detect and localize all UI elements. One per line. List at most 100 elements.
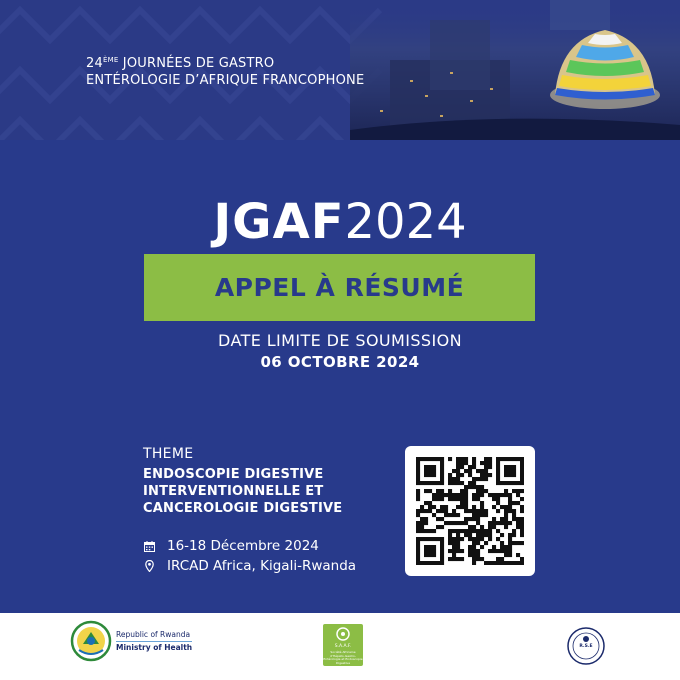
qr-module (468, 549, 473, 554)
qr-module (496, 461, 501, 466)
qr-module (504, 517, 509, 522)
event-brand: JGAF2024 (0, 195, 680, 249)
qr-module (516, 541, 521, 546)
qr-module (424, 457, 429, 462)
qr-module (480, 485, 485, 490)
qr-module (456, 545, 461, 550)
qr-module (464, 457, 469, 462)
qr-code[interactable] (405, 446, 535, 576)
qr-module (472, 513, 477, 518)
qr-module (460, 473, 465, 478)
qr-module (468, 553, 473, 558)
qr-module (508, 501, 513, 506)
qr-module (508, 481, 513, 486)
qr-module (436, 525, 441, 530)
qr-module (512, 533, 517, 538)
qr-module (520, 461, 524, 466)
qr-module (484, 473, 489, 478)
qr-module (468, 481, 473, 486)
qr-module (480, 477, 485, 482)
qr-module (500, 521, 505, 526)
qr-module (428, 465, 433, 470)
qr-module (464, 509, 469, 514)
qr-module (496, 509, 501, 514)
qr-module (416, 497, 421, 502)
qr-module (468, 525, 473, 530)
qr-module (472, 561, 477, 565)
qr-module (484, 529, 489, 534)
qr-module (472, 541, 477, 546)
qr-module (464, 529, 469, 534)
qr-module (448, 481, 453, 486)
qr-module (500, 561, 505, 565)
qr-module (512, 489, 517, 494)
qr-module (452, 557, 457, 562)
qr-module (472, 529, 477, 534)
qr-module (476, 509, 481, 514)
qr-module (504, 481, 509, 486)
qr-module (488, 457, 493, 462)
qr-module (480, 557, 485, 562)
qr-module (468, 473, 473, 478)
qr-module (480, 533, 485, 538)
qr-module (488, 529, 493, 534)
qr-module (512, 481, 517, 486)
qr-module (476, 485, 481, 490)
qr-module (492, 497, 497, 502)
qr-module (448, 473, 453, 478)
qr-module (496, 549, 501, 554)
qr-module (432, 561, 437, 565)
qr-module (472, 477, 477, 482)
qr-module (444, 505, 449, 510)
location-pin-icon (143, 559, 155, 573)
qr-module (436, 481, 441, 486)
qr-module (448, 533, 453, 538)
event-dates: 16-18 Décembre 2024 (167, 538, 319, 554)
qr-module (420, 525, 425, 530)
qr-module (476, 553, 481, 558)
qr-module (432, 545, 437, 550)
qr-module (420, 521, 425, 526)
qr-module (484, 541, 489, 546)
saaf-logo: S.A.A.F. Société Africaine d’Hépato-Gast… (323, 624, 363, 666)
qr-module (452, 493, 457, 498)
qr-code-pattern (416, 457, 524, 565)
qr-module (440, 473, 445, 478)
qr-module (512, 513, 517, 518)
qr-module (448, 549, 453, 554)
rwanda-ministry-text: Republic of Rwanda Ministry of Health (116, 630, 193, 653)
qr-module (512, 465, 517, 470)
qr-module (520, 497, 524, 502)
qr-module (504, 505, 509, 510)
qr-module (452, 529, 457, 534)
qr-module (492, 505, 497, 510)
event-title-line-2: ENTÉROLOGIE D’AFRIQUE FRANCOPHONE (86, 73, 365, 88)
qr-module (492, 549, 497, 554)
qr-module (416, 473, 421, 478)
qr-module (476, 537, 481, 542)
qr-module (492, 493, 497, 498)
qr-module (500, 557, 505, 562)
qr-module (440, 465, 445, 470)
qr-module (488, 537, 493, 542)
qr-module (512, 509, 517, 514)
qr-module (420, 537, 425, 542)
qr-module (436, 537, 441, 542)
qr-module (428, 501, 433, 506)
qr-module (456, 541, 461, 546)
qr-module (476, 489, 481, 494)
qr-module (476, 477, 481, 482)
qr-module (424, 549, 429, 554)
qr-module (452, 477, 457, 482)
qr-module (420, 457, 425, 462)
qr-module (484, 513, 489, 518)
qr-module (420, 561, 425, 565)
qr-module (428, 481, 433, 486)
qr-module (436, 517, 441, 522)
qr-module (488, 533, 493, 538)
qr-module (496, 465, 501, 470)
qr-module (500, 545, 505, 550)
qr-module (500, 481, 505, 486)
qr-module (508, 469, 513, 474)
qr-module (516, 489, 521, 494)
